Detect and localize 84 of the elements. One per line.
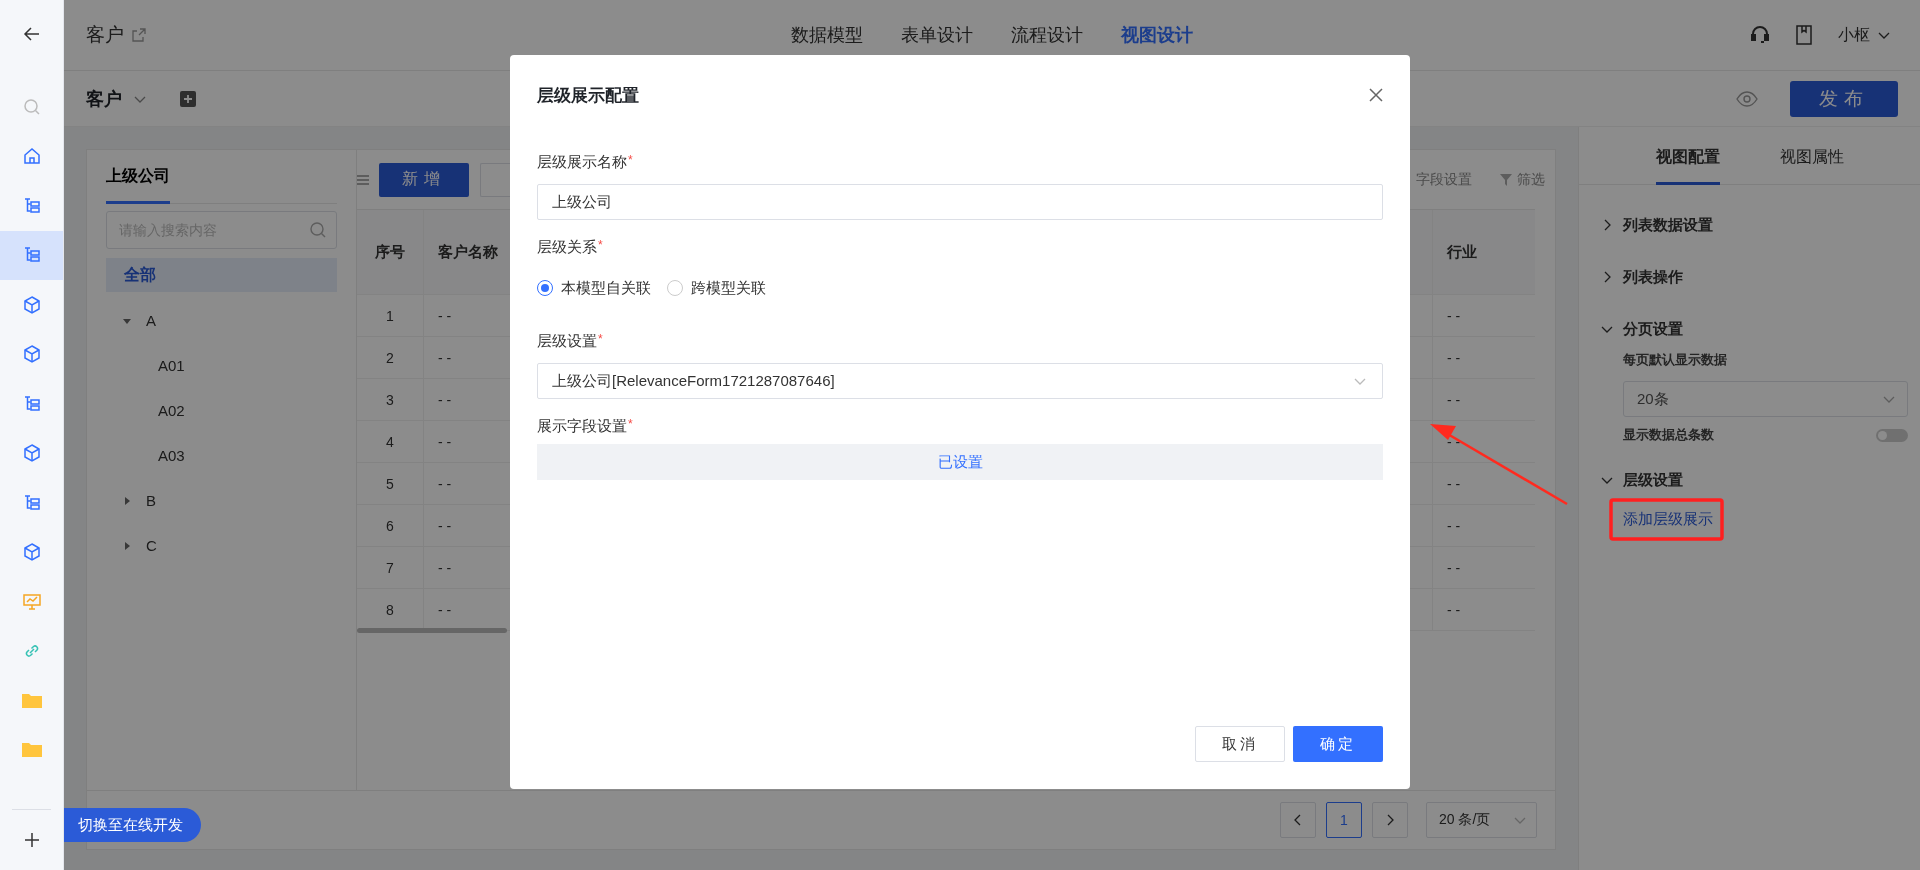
- field-settings-button[interactable]: 字段设置: [1416, 170, 1472, 189]
- table-cell: 4: [357, 421, 424, 462]
- table-cell-text: - -: [1446, 390, 1462, 410]
- add-icon[interactable]: [180, 90, 196, 107]
- add-level-display-link[interactable]: 添加层级展示: [1623, 502, 1713, 537]
- external-link-icon[interactable]: [132, 28, 146, 42]
- switch-online-dev-button[interactable]: 切换至在线开发: [64, 808, 201, 842]
- section-header[interactable]: 层级设置: [1599, 464, 1908, 496]
- page-number-button[interactable]: 1: [1326, 802, 1362, 838]
- table-cell-text: - -: [1446, 474, 1462, 494]
- filter-icon: [1500, 173, 1512, 186]
- collapsed-caret-icon[interactable]: [122, 495, 132, 506]
- table-cell-text: - -: [1446, 432, 1462, 452]
- table-cell-text: - -: [1446, 600, 1462, 620]
- toggle-switch[interactable]: [1876, 428, 1908, 442]
- cube-icon[interactable]: [21, 294, 42, 315]
- radio-option[interactable]: 本模型自关联: [537, 278, 651, 298]
- view-name: 客户: [86, 87, 122, 111]
- cancel-button[interactable]: 取消: [1195, 726, 1285, 762]
- list-icon[interactable]: [357, 173, 369, 186]
- field-settings-button[interactable]: 已设置: [537, 444, 1383, 480]
- table-cell: 2: [357, 337, 424, 378]
- table-cell-text: - -: [1446, 348, 1462, 368]
- tree-node[interactable]: A: [106, 298, 337, 343]
- confirm-button[interactable]: 确定: [1293, 726, 1383, 762]
- tree-node[interactable]: B: [106, 478, 337, 523]
- field-label: 展示字段设置*: [537, 417, 634, 436]
- table-cell: 3: [357, 379, 424, 420]
- header-tab[interactable]: 流程设计: [1011, 23, 1083, 47]
- section-header[interactable]: 列表数据设置: [1599, 209, 1908, 241]
- column-header: 行业: [1446, 241, 1478, 262]
- filter-button[interactable]: 筛选: [1500, 170, 1545, 189]
- user-menu[interactable]: 小枢: [1838, 24, 1892, 46]
- page-size-select[interactable]: 20 条/页: [1426, 802, 1537, 838]
- tree-node[interactable]: 全部: [106, 258, 337, 292]
- preview-eye-icon[interactable]: [1736, 90, 1758, 107]
- tree-node[interactable]: A01: [106, 343, 337, 388]
- table-cell-text: - -: [1446, 516, 1462, 536]
- table-cell: 6: [357, 505, 424, 546]
- cube-icon[interactable]: [21, 344, 42, 365]
- panel-tab[interactable]: 视图配置: [1655, 147, 1720, 185]
- tree-node[interactable]: A03: [106, 433, 337, 478]
- header-tab[interactable]: 数据模型: [791, 23, 863, 47]
- field-label: 层级设置*: [537, 332, 604, 351]
- header-tab[interactable]: 视图设计: [1121, 23, 1193, 47]
- radio-option[interactable]: 跨模型关联: [667, 278, 766, 298]
- scrollbar[interactable]: [357, 628, 507, 633]
- publish-button[interactable]: 发布: [1790, 80, 1898, 117]
- level-select[interactable]: 上级公司[RelevanceForm1721287087646]: [537, 363, 1383, 399]
- search-icon[interactable]: [21, 96, 42, 117]
- tree-tab[interactable]: 上级公司: [106, 165, 170, 204]
- table-cell-text: - -: [1446, 558, 1462, 578]
- field-label: 显示数据总条数: [1623, 426, 1714, 444]
- add-button[interactable]: 新增: [379, 162, 469, 197]
- field-label: 层级展示名称*: [537, 153, 634, 172]
- table-cell: 7: [357, 547, 424, 588]
- header-tab[interactable]: 表单设计: [901, 23, 973, 47]
- section-header[interactable]: 分页设置: [1599, 313, 1908, 345]
- panel-tab[interactable]: 视图属性: [1779, 147, 1844, 185]
- page-size-select[interactable]: 20条: [1623, 381, 1908, 417]
- book-icon[interactable]: [1796, 25, 1812, 45]
- table-cell-text: - -: [1446, 306, 1462, 326]
- next-page-button[interactable]: [1372, 802, 1408, 838]
- collapsed-caret-icon[interactable]: [122, 540, 132, 551]
- field-label: 每页默认显示数据: [1623, 351, 1728, 369]
- tree-node[interactable]: C: [106, 523, 337, 568]
- name-input-field[interactable]: 上级公司: [537, 184, 1383, 220]
- home-icon[interactable]: [21, 146, 42, 167]
- presentation-board-icon[interactable]: [21, 591, 42, 612]
- tree-node[interactable]: A02: [106, 388, 337, 433]
- search-icon[interactable]: [309, 221, 327, 239]
- page-title: 客户: [86, 23, 124, 47]
- close-icon[interactable]: [1369, 88, 1383, 102]
- cube-icon[interactable]: [21, 542, 42, 563]
- section-header[interactable]: 列表操作: [1599, 261, 1908, 293]
- table-cell: 1: [357, 295, 424, 336]
- dialog-title: 层级展示配置: [537, 84, 639, 107]
- field-label: 层级关系*: [537, 238, 604, 257]
- table-cell: 5: [357, 463, 424, 504]
- cube-icon[interactable]: [21, 443, 42, 464]
- previous-page-button[interactable]: [1280, 802, 1316, 838]
- nav-item[interactable]: [0, 230, 63, 280]
- column-header: 序号: [357, 210, 424, 294]
- headset-icon[interactable]: [1750, 25, 1770, 45]
